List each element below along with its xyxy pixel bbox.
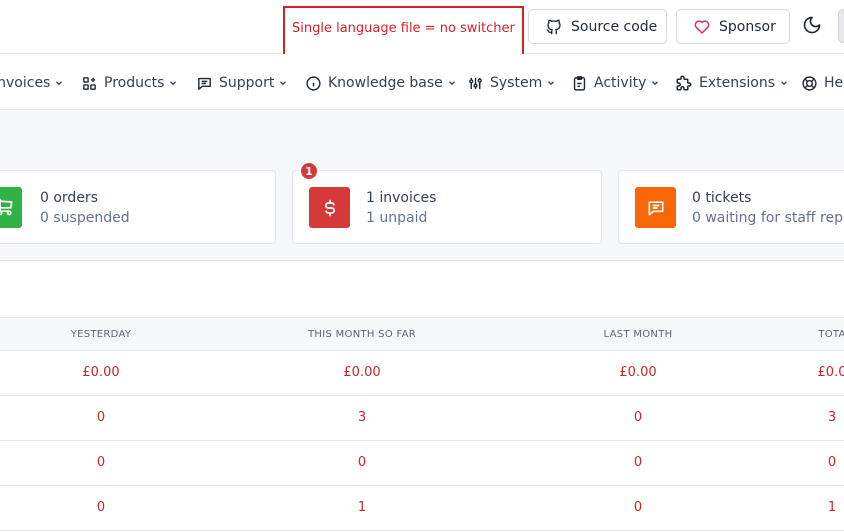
table-cell: 0 bbox=[633, 500, 643, 515]
shopping-cart-icon bbox=[0, 197, 15, 221]
column-header: YESTERDAY bbox=[70, 329, 132, 340]
chevron-down-icon bbox=[447, 78, 457, 88]
nav-item-products[interactable]: Products bbox=[81, 73, 178, 93]
chevron-down-icon bbox=[546, 78, 556, 88]
table-row bbox=[0, 486, 844, 531]
invoices-unpaid: 1 unpaid bbox=[366, 210, 428, 226]
table-cell: £0.0 bbox=[817, 365, 844, 380]
table-cell: 1 bbox=[357, 500, 367, 515]
chevron-down-icon bbox=[779, 78, 789, 88]
nav-item-label: Hel bbox=[824, 75, 844, 91]
table-cell: 0 bbox=[633, 455, 643, 470]
message-icon bbox=[196, 75, 213, 92]
orders-suspended: 0 suspended bbox=[40, 210, 130, 226]
table-row bbox=[0, 441, 844, 486]
source-code-label: Source code bbox=[571, 18, 658, 35]
invoices-card[interactable]: 1 invoices 1 unpaid bbox=[292, 170, 602, 244]
annotation-text: Single language file = no switcher bbox=[292, 21, 515, 36]
nav-item-label: Activity bbox=[594, 75, 647, 91]
sponsor-label: Sponsor bbox=[719, 18, 776, 35]
table-cell: 3 bbox=[827, 410, 837, 425]
column-header: LAST MONTH bbox=[603, 329, 673, 340]
nav-item-label: Support bbox=[219, 75, 275, 91]
avatar[interactable] bbox=[838, 9, 844, 43]
heart-icon bbox=[693, 18, 711, 36]
nav-item-help[interactable]: Hel bbox=[801, 73, 844, 93]
clipboard-icon bbox=[571, 75, 588, 92]
nav-item-activity[interactable]: Activity bbox=[571, 73, 660, 93]
tickets-card[interactable]: 0 tickets 0 waiting for staff reply bbox=[618, 170, 844, 244]
table-cell: £0.00 bbox=[82, 365, 120, 380]
source-code-button[interactable]: Source code bbox=[528, 9, 667, 44]
puzzle-icon bbox=[675, 74, 693, 92]
chevron-down-icon bbox=[650, 78, 660, 88]
nav-item-label: Knowledge base bbox=[328, 75, 443, 91]
tickets-waiting: 0 waiting for staff reply bbox=[692, 210, 844, 226]
nav-item-support[interactable]: Support bbox=[196, 73, 288, 93]
table-cell: £0.00 bbox=[343, 365, 381, 380]
table-cell: 1 bbox=[827, 500, 837, 515]
orders-card-icon bbox=[0, 187, 22, 228]
column-header: THIS MONTH SO FAR bbox=[307, 329, 417, 340]
github-icon bbox=[545, 18, 563, 36]
table-cell: 0 bbox=[357, 455, 367, 470]
chevron-down-icon bbox=[278, 78, 288, 88]
table-cell: 3 bbox=[357, 410, 367, 425]
sponsor-button[interactable]: Sponsor bbox=[676, 9, 790, 44]
invoice-notification-badge: 1 bbox=[299, 161, 319, 181]
info-circle-icon bbox=[305, 75, 322, 92]
table-cell: 0 bbox=[96, 410, 106, 425]
tickets-card-icon bbox=[635, 187, 676, 228]
dark-mode-icon[interactable] bbox=[802, 15, 822, 39]
table-cell: 0 bbox=[96, 455, 106, 470]
orders-count: 0 orders bbox=[40, 190, 98, 206]
orders-card[interactable]: 0 orders 0 suspended bbox=[0, 170, 276, 244]
tickets-count: 0 tickets bbox=[692, 190, 752, 206]
column-header: TOTA bbox=[818, 329, 844, 340]
nav-item-invoices[interactable]: Invoices bbox=[0, 73, 64, 93]
table-cell: 0 bbox=[827, 455, 837, 470]
nav-item-knowledge-base[interactable]: Knowledge base bbox=[305, 73, 457, 93]
table-cell: 0 bbox=[96, 500, 106, 515]
chevron-down-icon bbox=[54, 78, 64, 88]
adjustments-icon bbox=[467, 75, 484, 92]
nav-item-label: Extensions bbox=[699, 75, 776, 91]
apps-icon bbox=[81, 75, 98, 92]
invoices-count: 1 invoices bbox=[366, 190, 437, 206]
nav-item-label: Products bbox=[104, 75, 165, 91]
nav-item-system[interactable]: System bbox=[467, 73, 556, 93]
table-row bbox=[0, 351, 844, 396]
table-cell: £0.00 bbox=[619, 365, 657, 380]
chevron-down-icon bbox=[168, 78, 178, 88]
nav-item-label: System bbox=[490, 75, 543, 91]
table-cell: 0 bbox=[633, 410, 643, 425]
invoices-card-icon bbox=[309, 187, 350, 228]
nav-item-label: Invoices bbox=[0, 75, 51, 91]
nav-item-extensions[interactable]: Extensions bbox=[675, 73, 789, 93]
message-icon bbox=[646, 198, 666, 218]
main-nav: Invoices Products Support Knowledge base… bbox=[0, 54, 844, 110]
table-row bbox=[0, 396, 844, 441]
currency-dollar-icon bbox=[320, 198, 340, 218]
lifebuoy-icon bbox=[801, 75, 818, 92]
